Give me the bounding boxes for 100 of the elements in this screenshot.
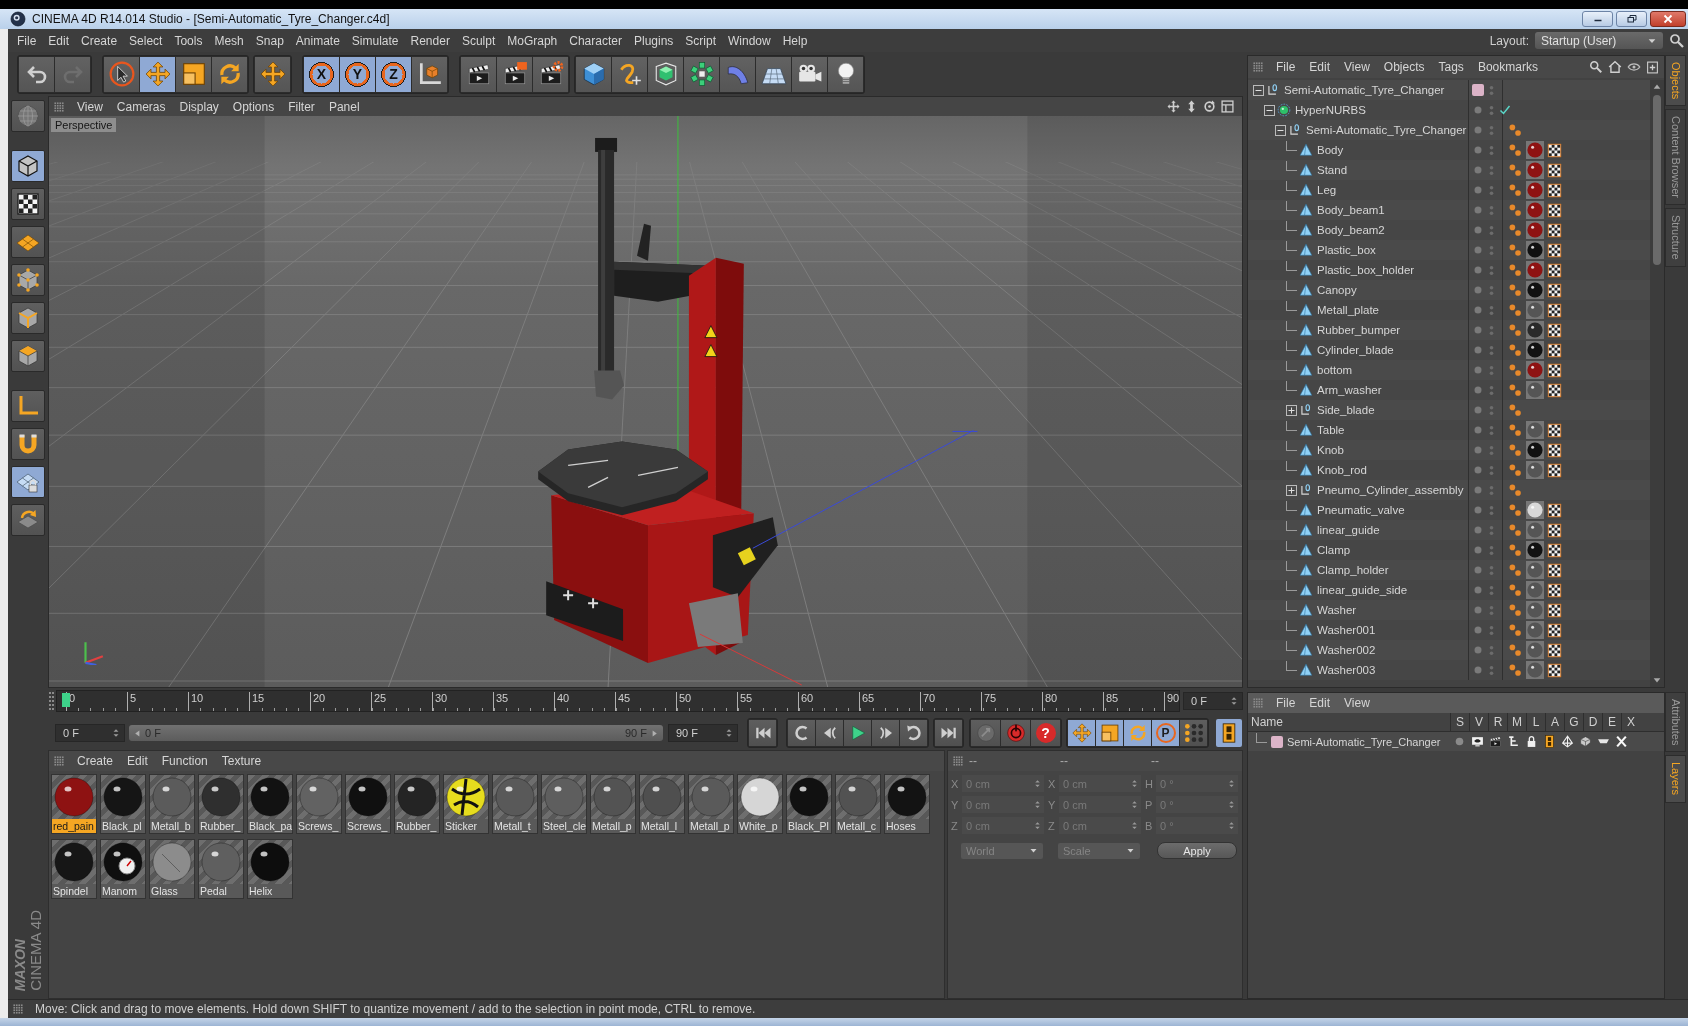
parameter-key-button[interactable]: P [1152,720,1179,746]
material-tile[interactable]: Metall_c [835,774,881,834]
menu-item[interactable]: Animate [289,30,346,51]
object-row[interactable]: Stand [1248,160,1650,180]
layout-dropdown[interactable]: Startup (User) [1535,32,1663,49]
menu-item[interactable]: Edit [42,30,76,51]
side-tab[interactable]: Structure [1665,208,1686,267]
layer-dot-icon[interactable] [1472,524,1484,536]
dots-tag-icon[interactable] [1508,522,1523,538]
column-header[interactable]: A [1545,713,1564,731]
menu-item[interactable]: Help [776,30,814,51]
checker-tag-icon[interactable] [1547,222,1562,238]
menu-item[interactable]: Snap [249,30,290,51]
material-tile[interactable]: Manom [100,839,146,899]
object-row[interactable]: Washer001 [1248,620,1650,640]
menu-item[interactable]: Create [75,30,124,51]
layer-dot-icon[interactable] [1472,124,1484,136]
material-tile[interactable]: White_p [737,774,783,834]
box-icon[interactable] [1578,735,1592,748]
object-row[interactable]: Semi-Automatic_Tyre_Changer [1248,80,1650,100]
render-picture-button[interactable] [497,56,532,92]
dots-tag-icon[interactable] [1508,542,1523,558]
rotate-tool-button[interactable] [212,56,247,92]
start-frame-field[interactable]: 0 F [55,724,125,742]
menu-item[interactable]: Render [404,30,456,51]
dots-tag-icon[interactable] [1508,382,1523,398]
layer-dot-icon[interactable] [1472,384,1484,396]
render-view-button[interactable] [461,56,496,92]
workplane-mode-button[interactable] [11,226,45,258]
menu-item[interactable]: Tools [168,30,209,51]
material-tile[interactable]: Screws_ [345,774,391,834]
dots-tag-icon[interactable] [1508,442,1523,458]
material-tile[interactable]: red_pain [51,774,97,834]
dots-tag-icon[interactable] [1508,502,1523,518]
object-row[interactable]: Body [1248,140,1650,160]
material-tile[interactable]: Black_pl [100,774,146,834]
move-tool-button[interactable] [140,56,175,92]
menu-item[interactable]: Edit [120,752,155,770]
dots-tag-icon[interactable] [1508,222,1523,238]
scale-tool-button[interactable] [176,56,211,92]
layout-toggle-icon[interactable] [1221,100,1234,113]
cloner-button[interactable] [684,56,719,92]
menu-item[interactable]: Simulate [345,30,405,51]
checker-tag-icon[interactable] [1547,642,1562,658]
checker-tag-icon[interactable] [1547,142,1562,158]
menu-item[interactable]: Window [722,30,777,51]
checker-tag-icon[interactable] [1547,582,1562,598]
clapperboard-icon[interactable] [1488,735,1502,748]
layer-dot-icon[interactable] [1472,664,1484,676]
dots-tag-icon[interactable] [1508,202,1523,218]
make-editable-button[interactable] [11,100,45,132]
layer-dot-icon[interactable] [1472,184,1484,196]
checker-tag-icon[interactable] [1547,522,1562,538]
material-tile[interactable]: Black_pa [247,774,293,834]
object-row[interactable]: Plastic_box_holder [1248,260,1650,280]
material-tile[interactable]: Metall_p [590,774,636,834]
column-header[interactable]: S [1450,713,1469,731]
current-frame-field[interactable]: 0 F [1183,692,1243,710]
material-tile[interactable]: Metall_p [688,774,734,834]
column-header[interactable]: L [1526,713,1545,731]
menu-item[interactable]: MoGraph [501,30,564,51]
column-header[interactable]: R [1488,713,1507,731]
new-panel-icon[interactable] [1646,60,1659,74]
dots-tag-icon[interactable] [1508,142,1523,158]
minus-box-icon[interactable] [1275,124,1286,136]
menu-item[interactable]: Select [123,30,169,51]
checker-tag-icon[interactable] [1547,262,1562,278]
column-header[interactable]: Name [1248,713,1450,731]
menu-item[interactable]: View [70,97,110,116]
side-tab[interactable]: Objects [1665,55,1686,107]
plus-box-icon[interactable] [1286,404,1297,416]
edges-mode-button[interactable] [11,302,45,334]
checker-tag-icon[interactable] [1547,542,1562,558]
autokey-button[interactable] [1001,720,1030,746]
layer-dot-icon[interactable] [1472,564,1484,576]
dots-tag-icon[interactable] [1508,282,1523,298]
cube-button[interactable] [576,56,611,92]
menu-item[interactable]: Function [154,752,215,770]
dots-tag-icon[interactable] [1508,562,1523,578]
material-tag-icon[interactable] [1526,501,1544,519]
object-row[interactable]: Body_beam1 [1248,200,1650,220]
camera-button[interactable] [792,56,827,92]
object-row[interactable]: Leg [1248,180,1650,200]
layer-dot-icon[interactable] [1472,264,1484,276]
layer-dot-icon[interactable] [1472,504,1484,516]
column-header[interactable]: M [1507,713,1526,731]
viewport[interactable]: View Cameras Display Options Filter Panel Perspective [48,96,1243,688]
dots-tag-icon[interactable] [1508,302,1523,318]
menu-item[interactable]: Options [225,97,282,116]
point-level-button[interactable] [1180,720,1207,746]
layer-dot-icon[interactable] [1472,344,1484,356]
object-row[interactable]: HyperNURBS [1248,100,1650,120]
checker-tag-icon[interactable] [1547,602,1562,618]
material-tile[interactable]: Metall_l [639,774,685,834]
scroll-down-icon[interactable] [1652,675,1662,685]
material-tile[interactable]: Screws_ [296,774,342,834]
dots-tag-icon[interactable] [1508,162,1523,178]
layer-dot-icon[interactable] [1472,144,1484,156]
layer-dot-icon[interactable] [1472,224,1484,236]
menu-item[interactable]: Script [679,30,722,51]
